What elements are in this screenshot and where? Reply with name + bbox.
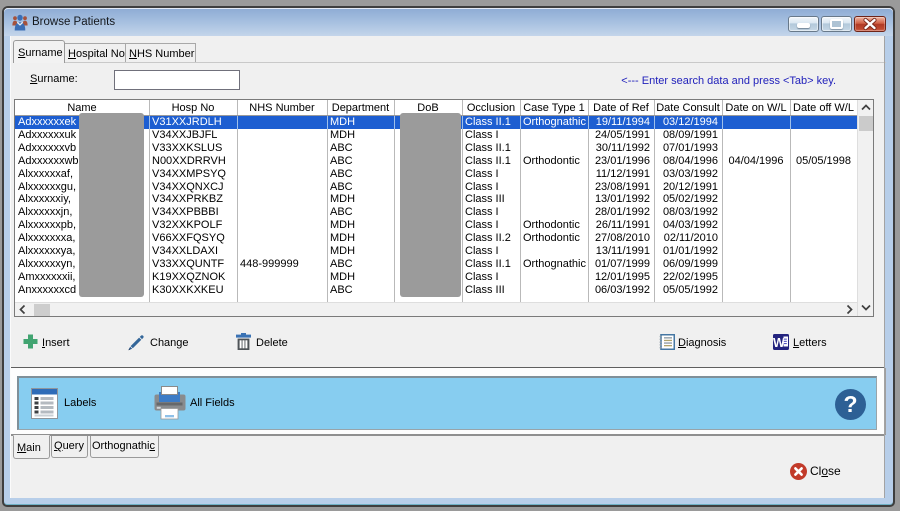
svg-text:W: W: [773, 336, 785, 350]
